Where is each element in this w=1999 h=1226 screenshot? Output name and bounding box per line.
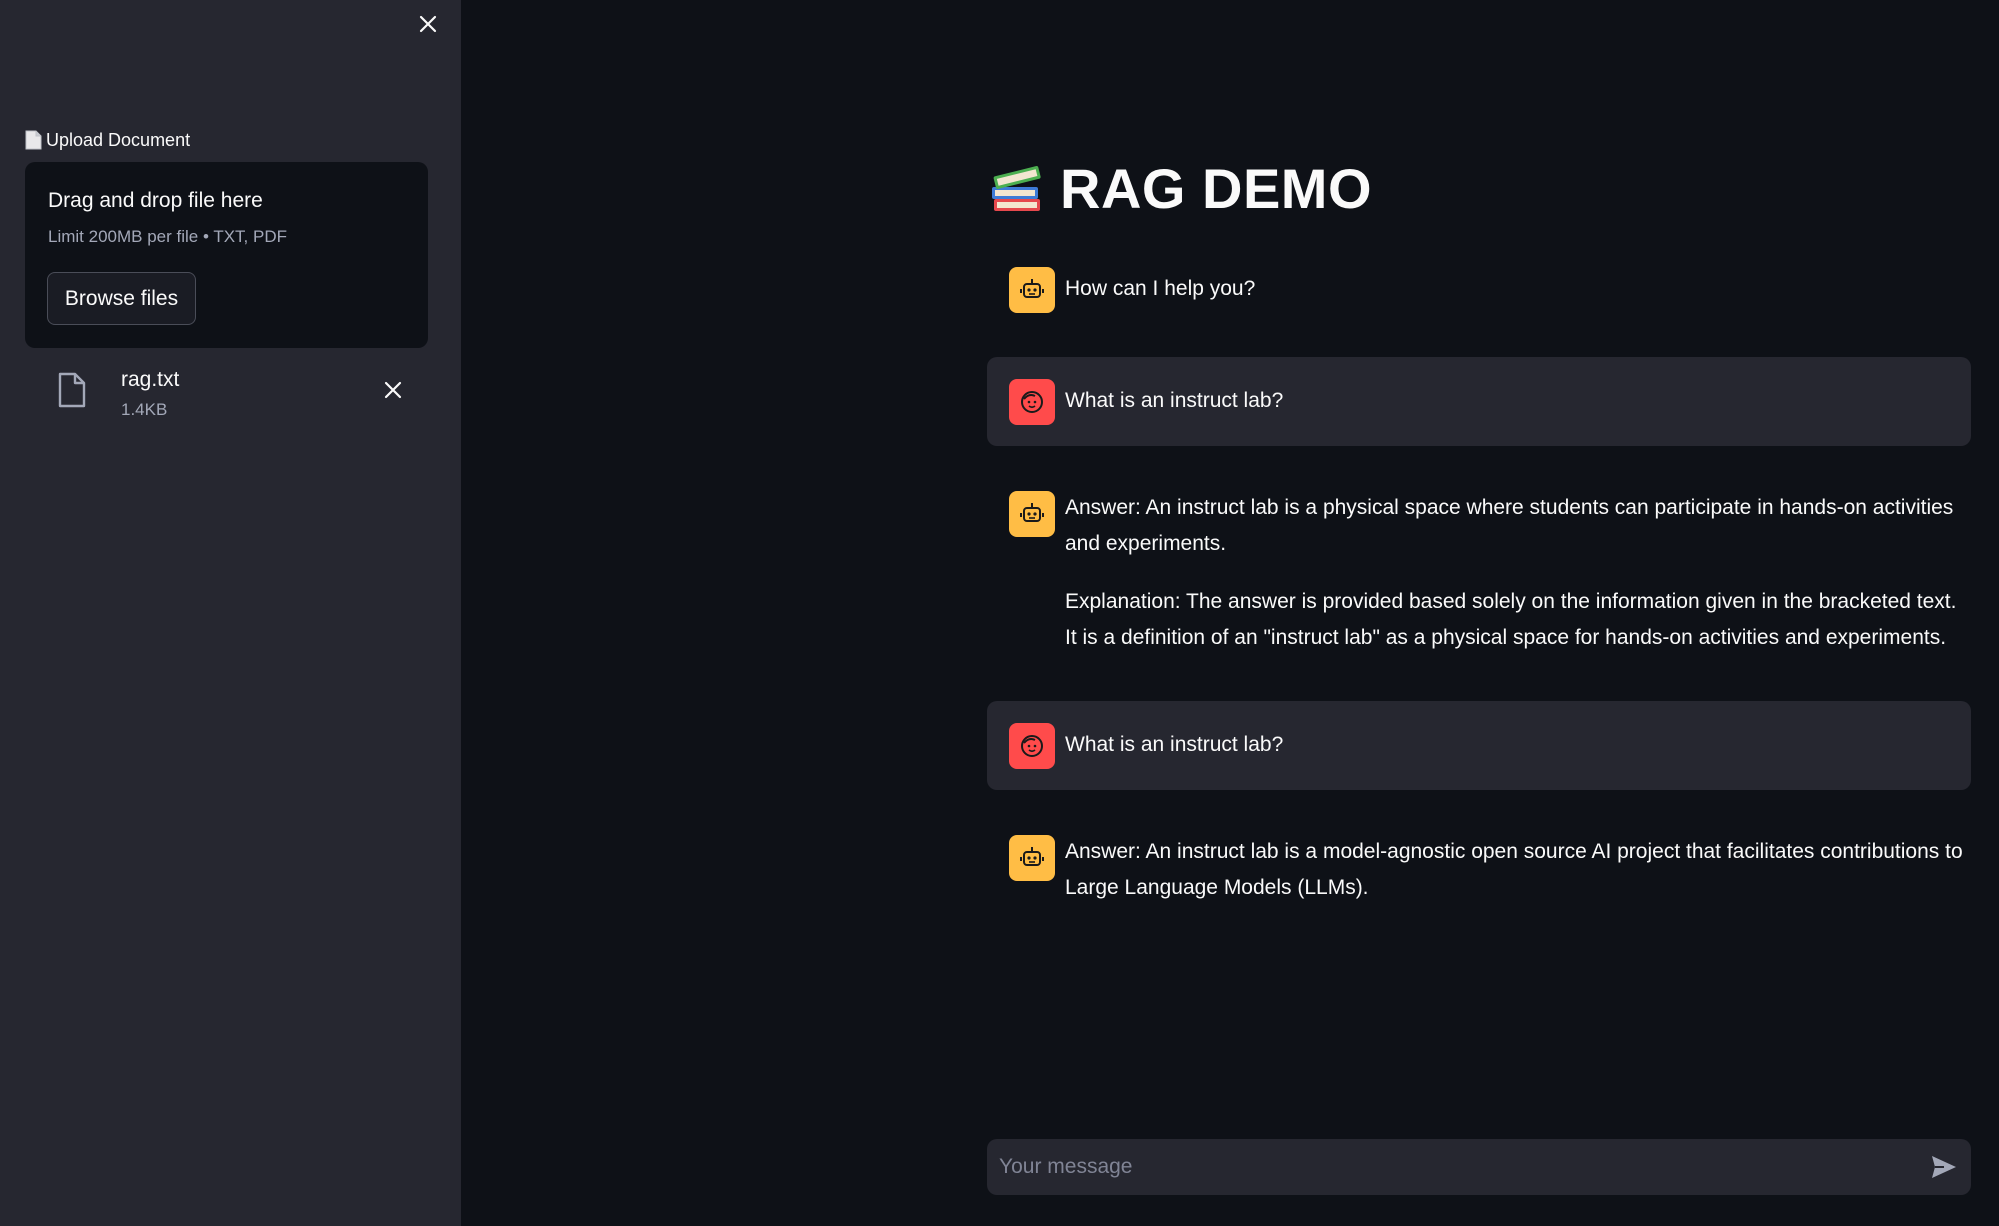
message-paragraph: What is an instruct lab? bbox=[1065, 389, 1284, 412]
assistant-avatar bbox=[1009, 491, 1055, 537]
file-size: 1.4KB bbox=[121, 400, 168, 419]
chat-message-assistant: How can I help you? bbox=[987, 258, 1971, 320]
file-name: rag.txt bbox=[121, 368, 180, 391]
message-paragraph: How can I help you? bbox=[1065, 277, 1256, 300]
message-text: Answer: An instruct lab is a physical sp… bbox=[1065, 490, 1971, 656]
close-icon bbox=[419, 15, 437, 33]
message-text: What is an instruct lab? bbox=[1065, 727, 1971, 763]
file-dropzone[interactable]: Drag and drop file here Limit 200MB per … bbox=[25, 162, 428, 348]
face-icon bbox=[1021, 391, 1043, 413]
face-icon bbox=[1021, 735, 1043, 757]
books-icon bbox=[992, 166, 1041, 211]
sidebar: Upload Document Drag and drop file here … bbox=[0, 0, 461, 1226]
assistant-avatar bbox=[1009, 267, 1055, 313]
message-paragraph: Answer: An instruct lab is a model-agnos… bbox=[1065, 840, 1963, 899]
send-icon bbox=[1932, 1156, 1956, 1178]
robot-icon bbox=[1020, 503, 1044, 522]
title-text: RAG DEMO bbox=[1060, 156, 1372, 220]
chat-input-bar bbox=[987, 1139, 1971, 1195]
robot-icon bbox=[1020, 847, 1044, 866]
message-text: Answer: An instruct lab is a model-agnos… bbox=[1065, 834, 1971, 906]
user-avatar bbox=[1009, 379, 1055, 425]
message-paragraph: Answer: An instruct lab is a physical sp… bbox=[1065, 496, 1954, 555]
chat-message-assistant: Answer: An instruct lab is a physical sp… bbox=[987, 480, 1971, 660]
app-root: Upload Document Drag and drop file here … bbox=[0, 0, 1999, 1226]
robot-icon bbox=[1020, 279, 1044, 298]
message-text: What is an instruct lab? bbox=[1065, 383, 1971, 419]
browse-files-button[interactable]: Browse files bbox=[47, 272, 196, 325]
assistant-avatar bbox=[1009, 835, 1055, 881]
chat-message-user: What is an instruct lab? bbox=[987, 701, 1971, 790]
file-icon bbox=[58, 372, 86, 408]
close-icon bbox=[384, 381, 402, 399]
send-button[interactable] bbox=[1927, 1151, 1961, 1183]
chat-message-input[interactable] bbox=[987, 1139, 1887, 1195]
message-paragraph: What is an instruct lab? bbox=[1065, 733, 1284, 756]
page-title: RAG DEMO bbox=[988, 148, 1372, 228]
message-text: How can I help you? bbox=[1065, 271, 1971, 307]
document-icon bbox=[25, 130, 42, 150]
message-paragraph: Explanation: The answer is provided base… bbox=[1065, 590, 1957, 649]
sidebar-close-button[interactable] bbox=[412, 8, 444, 40]
user-avatar bbox=[1009, 723, 1055, 769]
dropzone-limit: Limit 200MB per file • TXT, PDF bbox=[48, 227, 287, 246]
chat-message-assistant: Answer: An instruct lab is a model-agnos… bbox=[987, 824, 1971, 914]
upload-label-text: Upload Document bbox=[46, 129, 191, 150]
remove-file-button[interactable] bbox=[377, 374, 409, 406]
uploaded-file: rag.txt 1.4KB bbox=[25, 360, 428, 430]
upload-label: Upload Document bbox=[25, 129, 190, 151]
chat-message-user: What is an instruct lab? bbox=[987, 357, 1971, 446]
dropzone-title: Drag and drop file here bbox=[48, 189, 263, 212]
